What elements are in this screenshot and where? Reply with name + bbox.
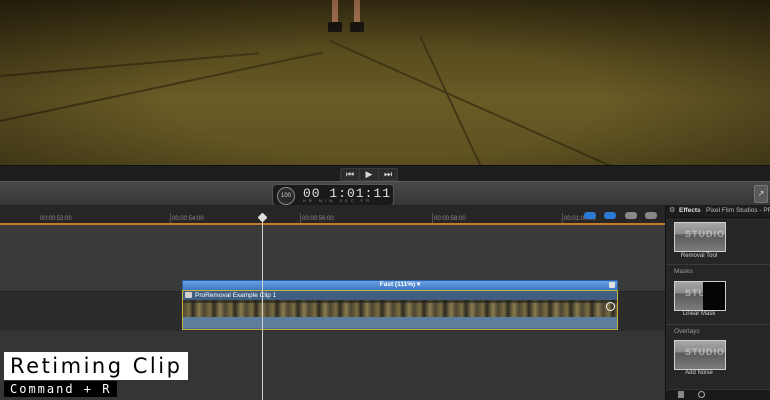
ruler-label: 00:00:58:00: [434, 216, 466, 222]
effects-header: ⚙ Effects Pixel Film Studios - PF: [666, 205, 770, 218]
thumbnail-watermark: STUDIO: [685, 347, 726, 357]
gear-icon[interactable]: ⚙: [669, 207, 675, 215]
retime-speed-label[interactable]: Fast (111%) ▾: [183, 280, 617, 290]
effects-footer: [666, 389, 770, 400]
timecode-badge: 100: [277, 187, 295, 205]
timeline-toolbar: 100 00 1:01:11 HR MIN SEC FR ↗: [0, 181, 770, 207]
timecode-units: HR MIN SEC FR: [303, 198, 372, 203]
timecode-display[interactable]: 100 00 1:01:11 HR MIN SEC FR: [272, 184, 394, 206]
ruler-label: 00:00:52:00: [40, 216, 72, 222]
video-viewer: [0, 0, 770, 165]
ruler-label: 00:00:56:00: [302, 216, 334, 222]
search-icon[interactable]: [698, 391, 705, 398]
effect-thumbnail[interactable]: STUDIO: [674, 222, 726, 252]
retime-handle-icon[interactable]: [609, 282, 615, 288]
timeline-ruler[interactable]: 00:00:52:00 00:00:54:00 00:00:56:00 00:0…: [0, 205, 665, 224]
section-title: Masks: [674, 268, 693, 275]
caption-title: Retiming Clip: [4, 352, 189, 380]
clip-audio-waveform: [183, 317, 617, 328]
playhead[interactable]: [262, 215, 263, 400]
section-title: Overlays: [674, 328, 700, 335]
audio-skimming-icon[interactable]: [583, 212, 596, 220]
ruler-label: 00:00:54:00: [172, 216, 204, 222]
panel-toggle-icon[interactable]: ↗: [754, 185, 768, 203]
play-icon[interactable]: ▶: [359, 168, 379, 181]
clip-appearance-icon[interactable]: [645, 212, 657, 220]
transport-bar: ⏮ ▶ ⏭: [0, 165, 770, 182]
snapping-icon[interactable]: [604, 212, 617, 220]
effects-browser: ⚙ Effects Pixel Film Studios - PF STUDIO…: [665, 205, 770, 400]
sidebar-toggle-icon[interactable]: [678, 391, 684, 398]
video-clip[interactable]: ProRemoval Example Clip 1: [182, 290, 618, 330]
timeline-view-controls: [580, 207, 657, 220]
clip-name: ProRemoval Example Clip 1: [195, 292, 277, 299]
effect-thumbnail[interactable]: STUDIO: [674, 340, 726, 370]
clip-header: ProRemoval Example Clip 1: [183, 291, 617, 300]
solo-icon[interactable]: [624, 212, 637, 220]
thumbnail-watermark: STUDIO: [685, 229, 726, 239]
effects-title: Effects: [679, 207, 701, 214]
retime-speed-icon[interactable]: [606, 302, 615, 311]
effect-label: Linear Mask: [682, 311, 716, 317]
clip-type-icon: [185, 292, 192, 298]
effect-label: Removal Tool: [680, 253, 718, 259]
effect-label: Add Noise: [685, 370, 713, 376]
skip-back-icon[interactable]: ⏮: [340, 168, 360, 181]
caption-shortcut: Command + R: [4, 381, 118, 397]
skip-forward-icon[interactable]: ⏭: [378, 168, 398, 181]
effects-category[interactable]: Pixel Film Studios - PF: [706, 207, 770, 215]
effect-thumbnail[interactable]: STU: [674, 281, 726, 311]
